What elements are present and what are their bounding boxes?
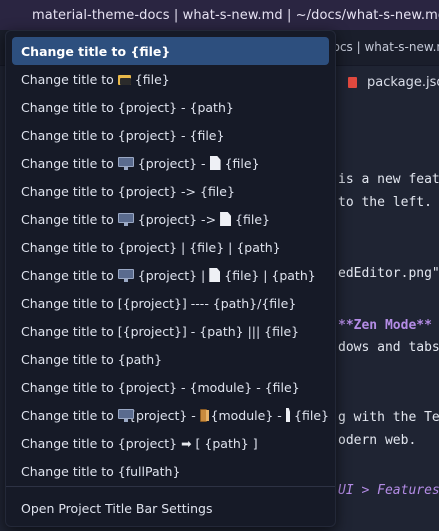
item-label: {project} - — [128, 407, 196, 423]
item-label: Change title to {fullPath} — [21, 463, 181, 479]
quickpick-item-fullpath[interactable]: Change title to {fullPath} — [12, 457, 329, 485]
quickpick-item-icon-project-file-path[interactable]: Change title to {project} | {file} | {pa… — [12, 261, 329, 289]
quickpick-item-bracket-project-dashes[interactable]: Change title to [{project}] ---- {path}/… — [12, 289, 329, 317]
title-bar: material-theme-docs | what-s-new.md | ~/… — [0, 0, 439, 30]
item-label: Change title to {path} — [21, 351, 163, 367]
code-line: to the left. — [338, 195, 432, 210]
item-label: {module} - — [210, 407, 282, 423]
quickpick-item-project-module-file[interactable]: Change title to {project} - {module} - {… — [12, 373, 329, 401]
item-label: [ {path} ] — [195, 435, 258, 451]
quickpick-item-project-path[interactable]: Change title to {project} - {path} — [12, 93, 329, 121]
code-line: is a new feat — [338, 172, 439, 187]
item-label: {project} -> — [137, 211, 217, 227]
quickpick-item-folder-file[interactable]: Change title to {file} — [12, 65, 329, 93]
tab-package-json[interactable]: package.jso — [348, 70, 439, 94]
monitor-icon — [117, 156, 134, 170]
quickpick-item-icon-project-file[interactable]: Change title to {project} - {file} — [12, 149, 329, 177]
document-icon — [220, 212, 232, 226]
item-label: Open Project Title Bar Settings — [21, 500, 213, 516]
item-label: Change title to {file} — [21, 43, 171, 59]
title-options-quickpick: Change title to {file} Change title to {… — [5, 30, 336, 527]
quickpick-item-bracket-project-pipes[interactable]: Change title to [{project}] - {path} |||… — [12, 317, 329, 345]
monitor-icon — [117, 268, 134, 282]
item-label: Change title to {project} - {path} — [21, 99, 234, 115]
item-label: {file} — [134, 71, 170, 87]
item-label: {file} | {path} — [224, 267, 316, 283]
quickpick-item-path[interactable]: Change title to {path} — [12, 345, 329, 373]
window-title: material-theme-docs | what-s-new.md | ~/… — [32, 7, 439, 23]
code-line: odern web. — [338, 433, 417, 448]
item-label: Change title to [{project}] - {path} |||… — [21, 323, 300, 339]
code-line: UI > Features — [338, 483, 439, 498]
separator — [6, 486, 335, 487]
quickpick-item-file[interactable]: Change title to {file} — [12, 37, 329, 65]
package-box-icon — [199, 408, 209, 422]
item-label: Change title to {project} | {file} | {pa… — [21, 239, 281, 255]
document-icon — [285, 408, 291, 422]
item-label: Change title to — [21, 211, 114, 227]
code-line: dows and tabs — [338, 340, 439, 355]
item-label: {file} — [235, 211, 270, 227]
item-label: Change title to {project} — [21, 435, 178, 451]
item-label: Change title to — [21, 267, 114, 283]
code-line: **Zen Mode** — [338, 318, 432, 333]
item-label: Change title to — [21, 155, 114, 171]
item-label: Change title to — [21, 407, 114, 423]
quickpick-item-project-arrow-path[interactable]: Change title to {project} ➡ [ {path} ] — [12, 429, 329, 457]
monitor-icon — [117, 212, 134, 226]
item-label: Change title to [{project}] ---- {path}/… — [21, 295, 297, 311]
item-label: {project} - — [137, 155, 206, 171]
item-label: Change title to {project} - {file} — [21, 127, 225, 143]
monitor-icon — [117, 408, 134, 422]
quickpick-item-project-file-path[interactable]: Change title to {project} | {file} | {pa… — [12, 233, 329, 261]
tab-label: package.jso — [367, 74, 439, 90]
quickpick-item-project-file[interactable]: Change title to {project} - {file} — [12, 121, 329, 149]
item-label: Change title to {project} -> {file} — [21, 183, 235, 199]
code-line: edEditor.png" — [338, 266, 439, 281]
quickpick-item-icon-project-module-file[interactable]: Change title to {project} - {module} - {… — [12, 401, 329, 429]
tab-file-path[interactable]: docs | what-s-new.m — [325, 40, 439, 54]
code-line: g with the Te — [338, 410, 439, 425]
item-label: {file} — [294, 407, 329, 423]
document-icon — [209, 268, 221, 282]
npm-icon — [348, 76, 357, 88]
item-label: {project} | — [137, 267, 206, 283]
quickpick-item-project-arrow-file[interactable]: Change title to {project} -> {file} — [12, 177, 329, 205]
item-label: {file} — [224, 155, 260, 171]
document-icon — [209, 156, 221, 170]
quickpick-item-icon-project-arrow-file[interactable]: Change title to {project} -> {file} — [12, 205, 329, 233]
folder-icon — [117, 74, 131, 85]
open-settings-item[interactable]: Open Project Title Bar Settings — [12, 494, 329, 522]
item-label: Change title to {project} - {module} - {… — [21, 379, 300, 395]
item-label: Change title to — [21, 71, 114, 87]
right-arrow-icon: ➡ — [181, 435, 192, 451]
